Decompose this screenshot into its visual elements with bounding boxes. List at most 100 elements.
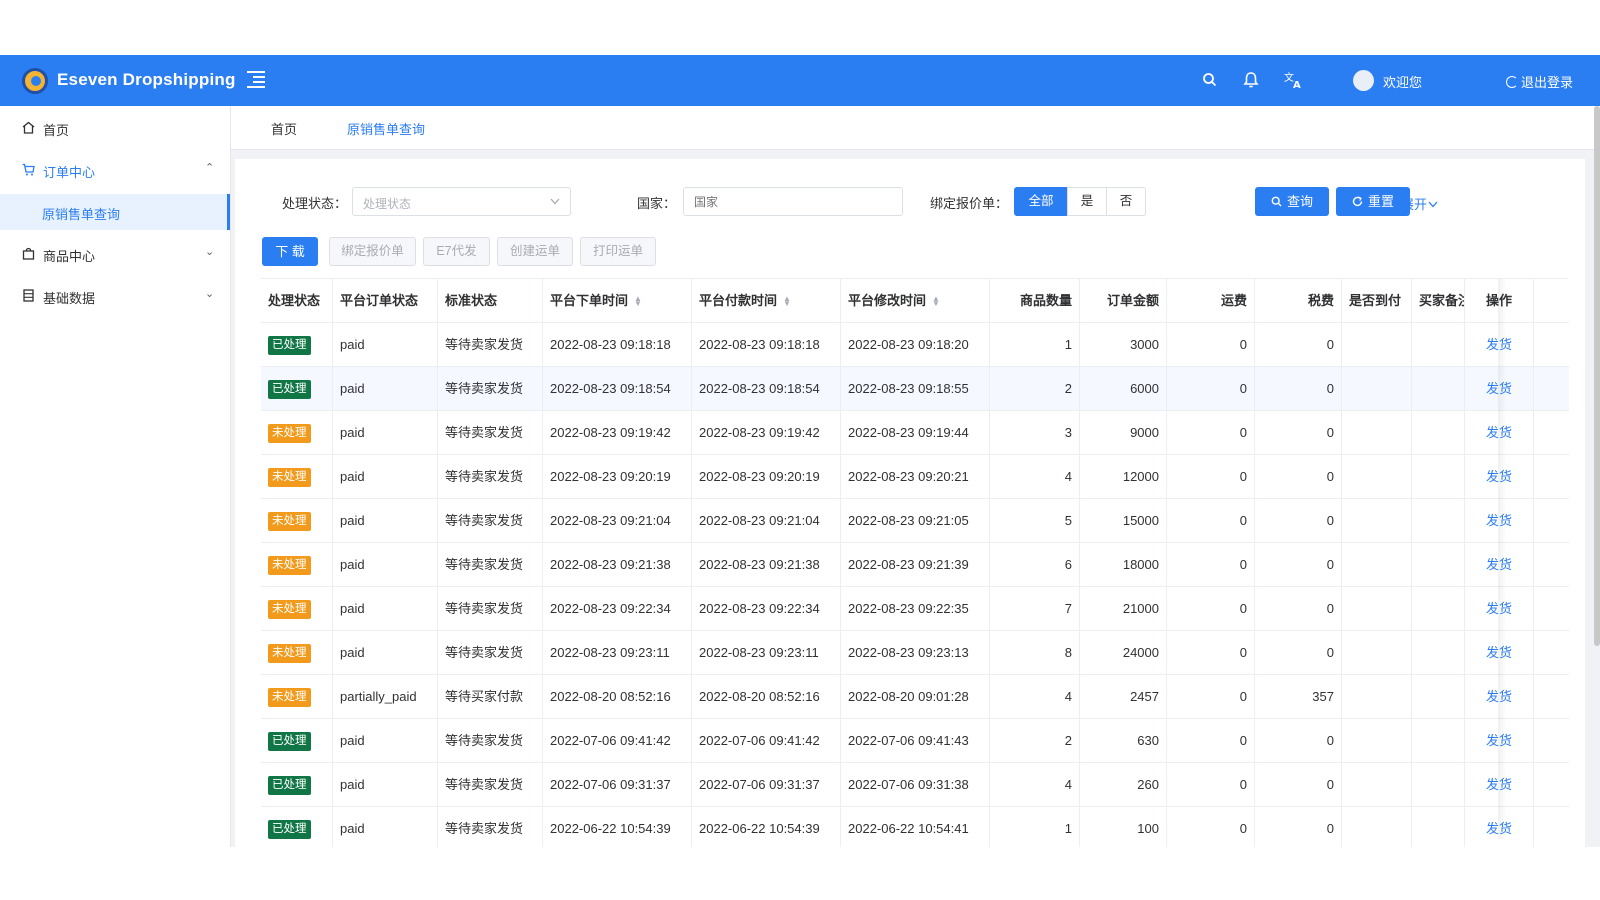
- ship-link[interactable]: 发货: [1486, 645, 1512, 660]
- sidebar-item-base-data[interactable]: 基础数据 ⌄: [0, 278, 230, 314]
- e7-dropship-button[interactable]: E7代发: [423, 237, 490, 266]
- cell-action[interactable]: 发货: [1465, 719, 1534, 763]
- column-header-modify-time[interactable]: 平台修改时间 ▲ ▼: [841, 279, 990, 323]
- ship-link[interactable]: 发货: [1486, 777, 1512, 792]
- cell-value: 2022-08-23 09:18:18: [699, 337, 820, 352]
- page-scrollbar[interactable]: [1594, 106, 1600, 646]
- sidebar-item-product-center[interactable]: 商品中心 ⌄: [0, 236, 230, 272]
- column-header-order-time[interactable]: 平台下单时间 ▲ ▼: [543, 279, 692, 323]
- orders-table: 处理状态 平台订单状态 标准状态 平台下单时间 ▲ ▼ 平台付款时间 ▲ ▼ 平台修改时间 ▲ ▼ 商品…: [260, 278, 1569, 847]
- bind-option-all[interactable]: 全部: [1014, 187, 1068, 216]
- cell-tax: 0: [1255, 543, 1342, 587]
- download-button[interactable]: 下 载: [262, 237, 318, 266]
- cell-status: 已处理: [261, 367, 333, 411]
- sidebar-item-home[interactable]: 首页: [0, 110, 230, 146]
- cell-value: 2022-07-06 09:41:42: [699, 733, 820, 748]
- cell-platform-status: paid: [333, 499, 438, 543]
- sort-icon[interactable]: ▲ ▼: [783, 295, 791, 308]
- cell-value: 0: [1326, 381, 1334, 396]
- cell-action[interactable]: 发货: [1465, 543, 1534, 587]
- logout-button[interactable]: 退出登录: [1506, 72, 1573, 91]
- bind-option-yes[interactable]: 是: [1067, 187, 1107, 216]
- cell-order-time: 2022-08-23 09:18:18: [543, 323, 692, 367]
- create-waybill-button[interactable]: 创建运单: [497, 237, 573, 266]
- table-row[interactable]: 已处理 paid 等待卖家发货 2022-06-22 10:54:39 2022-06-…: [261, 807, 1569, 847]
- cell-value: 2022-06-22 10:54:39: [550, 821, 671, 836]
- tab-original-sales-query[interactable]: 原销售单查询: [347, 119, 425, 138]
- search-icon[interactable]: [1201, 71, 1219, 89]
- cell-pay-time: 2022-06-22 10:54:39: [692, 807, 841, 847]
- query-button[interactable]: 查询: [1255, 187, 1329, 216]
- reset-button[interactable]: 重置: [1336, 187, 1410, 216]
- sidebar-item-order-center[interactable]: 订单中心 ⌃: [0, 152, 230, 188]
- cell-action[interactable]: 发货: [1465, 411, 1534, 455]
- app-frame: Eseven Dropshipping 文A 欢迎您 退出登录 首页 订单中心 …: [0, 55, 1600, 847]
- cell-action[interactable]: 发货: [1465, 675, 1534, 719]
- sort-icon[interactable]: ▲ ▼: [932, 295, 940, 308]
- cell-action[interactable]: 发货: [1465, 631, 1534, 675]
- table-row[interactable]: 已处理 paid 等待卖家发货 2022-08-23 09:18:54 2022-08-…: [261, 367, 1569, 411]
- cell-quantity: 2: [990, 719, 1080, 763]
- cell-shipping: 0: [1167, 455, 1255, 499]
- cell-standard-status: 等待卖家发货: [438, 499, 543, 543]
- table-row[interactable]: 未处理 paid 等待卖家发货 2022-08-23 09:20:19 2022-08-…: [261, 455, 1569, 499]
- ship-link[interactable]: 发货: [1486, 381, 1512, 396]
- column-header-pay-time[interactable]: 平台付款时间 ▲ ▼: [692, 279, 841, 323]
- cell-action[interactable]: 发货: [1465, 323, 1534, 367]
- tab-bar: 首页 原销售单查询: [231, 106, 1600, 150]
- cell-amount: 6000: [1080, 367, 1167, 411]
- cell-platform-status: paid: [333, 323, 438, 367]
- cell-action[interactable]: 发货: [1465, 455, 1534, 499]
- ship-link[interactable]: 发货: [1486, 469, 1512, 484]
- table-row[interactable]: 未处理 paid 等待卖家发货 2022-08-23 09:19:42 2022-08-…: [261, 411, 1569, 455]
- column-header-label: 是否到付: [1349, 293, 1402, 308]
- print-waybill-button[interactable]: 打印运单: [580, 237, 656, 266]
- country-input[interactable]: [683, 187, 903, 216]
- reset-label: 重置: [1367, 194, 1394, 209]
- sidebar-item-original-sales-query[interactable]: 原销售单查询: [0, 194, 230, 230]
- bind-quote-button[interactable]: 绑定报价单: [329, 237, 416, 266]
- ship-link[interactable]: 发货: [1486, 601, 1512, 616]
- table-row[interactable]: 已处理 paid 等待卖家发货 2022-08-23 09:18:18 2022-08-…: [261, 323, 1569, 367]
- translate-icon[interactable]: 文A: [1284, 71, 1303, 89]
- ship-link[interactable]: 发货: [1486, 425, 1512, 440]
- ship-link[interactable]: 发货: [1486, 557, 1512, 572]
- table-row[interactable]: 未处理 paid 等待卖家发货 2022-08-23 09:23:11 2022-08-…: [261, 631, 1569, 675]
- expand-filters-link[interactable]: 展开: [1401, 194, 1438, 213]
- bind-option-no[interactable]: 否: [1106, 187, 1146, 216]
- avatar[interactable]: [1353, 70, 1374, 91]
- cell-action[interactable]: 发货: [1465, 763, 1534, 807]
- table-row[interactable]: 已处理 paid 等待卖家发货 2022-07-06 09:41:42 2022-07-…: [261, 719, 1569, 763]
- status-select[interactable]: 处理状态: [352, 187, 571, 216]
- ship-link[interactable]: 发货: [1486, 513, 1512, 528]
- column-header-standard-status: 标准状态: [438, 279, 543, 323]
- cell-value: paid: [340, 381, 365, 396]
- cell-platform-status: paid: [333, 631, 438, 675]
- cell-action[interactable]: 发货: [1465, 499, 1534, 543]
- cell-standard-status: 等待卖家发货: [438, 763, 543, 807]
- collapse-menu-icon[interactable]: [247, 71, 265, 88]
- sort-icon[interactable]: ▲ ▼: [634, 295, 642, 308]
- cell-action[interactable]: 发货: [1465, 587, 1534, 631]
- table-row[interactable]: 未处理 partially_paid 等待买家付款 2022-08-20 08:52:…: [261, 675, 1569, 719]
- cell-value: paid: [340, 469, 365, 484]
- tab-active-indicator: [325, 95, 443, 97]
- cell-platform-status: partially_paid: [333, 675, 438, 719]
- cell-action[interactable]: 发货: [1465, 807, 1534, 847]
- ship-link[interactable]: 发货: [1486, 337, 1512, 352]
- cell-value: 0: [1239, 425, 1247, 440]
- cell-platform-status: paid: [333, 587, 438, 631]
- ship-link[interactable]: 发货: [1486, 733, 1512, 748]
- cell-action[interactable]: 发货: [1465, 367, 1534, 411]
- bell-icon[interactable]: [1242, 71, 1260, 89]
- tab-home[interactable]: 首页: [271, 119, 297, 138]
- ship-link[interactable]: 发货: [1486, 821, 1512, 836]
- welcome-text[interactable]: 欢迎您: [1383, 72, 1422, 91]
- ship-link[interactable]: 发货: [1486, 689, 1512, 704]
- table-row[interactable]: 已处理 paid 等待卖家发货 2022-07-06 09:31:37 2022-07-…: [261, 763, 1569, 807]
- column-header-label: 运费: [1220, 293, 1247, 308]
- cell-tax: 0: [1255, 587, 1342, 631]
- table-row[interactable]: 未处理 paid 等待卖家发货 2022-08-23 09:21:38 2022-08-…: [261, 543, 1569, 587]
- table-row[interactable]: 未处理 paid 等待卖家发货 2022-08-23 09:21:04 2022-08-…: [261, 499, 1569, 543]
- table-row[interactable]: 未处理 paid 等待卖家发货 2022-08-23 09:22:34 2022-08-…: [261, 587, 1569, 631]
